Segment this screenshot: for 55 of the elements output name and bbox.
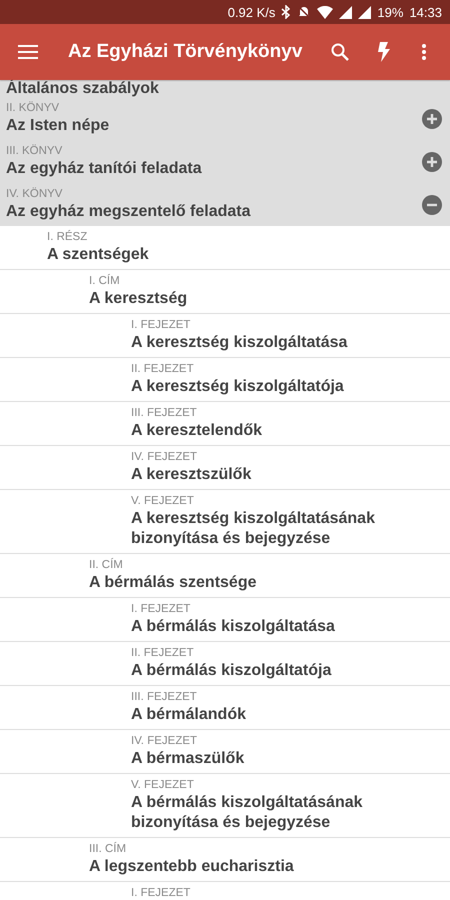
section-label: III. FEJEZET [131, 690, 198, 705]
clock: 14:33 [409, 4, 442, 20]
section-title[interactable]: A szentségek [47, 245, 450, 265]
bluetooth-icon [281, 5, 292, 19]
section-label: IV. FEJEZET [131, 734, 198, 749]
section-label: I. CÍM [89, 274, 121, 289]
section-title[interactable]: A keresztség kiszolgáltatásának bizonyítása és bejegyzése [131, 509, 450, 549]
section-label: I. FEJEZET [131, 602, 192, 617]
app-title: Az Egyházi Törvénykönyv [68, 41, 304, 63]
signal-icon [339, 6, 352, 18]
section-title[interactable]: A keresztség kiszolgáltatója [131, 377, 450, 397]
section-label: III. CÍM [89, 842, 128, 857]
section-title[interactable]: A keresztelendők [131, 421, 450, 441]
plus-circle-icon [422, 108, 442, 128]
section-title[interactable]: A bérmaszülők [131, 749, 450, 769]
search-icon [331, 43, 349, 61]
book-title: Általános szabályok [6, 81, 159, 97]
section-title[interactable]: A bérmálandók [131, 705, 450, 725]
section-label: IV. KÖNYV [6, 187, 64, 202]
expand-button[interactable] [422, 108, 442, 128]
section-title[interactable]: A keresztség [89, 289, 450, 309]
section-label: I. RÉSZ [47, 230, 88, 245]
network-speed: 0.92 K/s [228, 4, 276, 20]
expand-button[interactable] [422, 152, 442, 172]
section-label: III. KÖNYV [6, 144, 64, 159]
section-title[interactable]: Az Isten népe [6, 116, 422, 136]
muted-bell-icon [297, 5, 312, 19]
section-title[interactable]: A bérmálás kiszolgáltatója [131, 661, 450, 681]
section-label: II. KÖNYV [6, 101, 60, 116]
section-title[interactable]: A bérmálás kiszolgáltatása [131, 617, 450, 637]
section-label: II. CÍM [89, 558, 124, 573]
section-label: I. FEJEZET [131, 318, 192, 333]
section-label: IV. FEJEZET [131, 450, 198, 465]
section-title[interactable]: A keresztség kiszolgáltatása [131, 333, 450, 353]
section-label: II. FEJEZET [131, 646, 195, 661]
wifi-icon [317, 6, 334, 18]
more-icon [422, 44, 426, 60]
section-title[interactable]: A bérmálás kiszolgáltatásának bizonyítása és bejegyzése [131, 793, 450, 833]
plus-circle-icon [422, 152, 442, 172]
minus-circle-icon [422, 194, 442, 214]
section-title[interactable]: A bérmálás szentsége [89, 573, 450, 593]
signal-icon [358, 6, 372, 18]
section-label: I. FEJEZET [131, 886, 192, 900]
menu-icon [18, 45, 38, 59]
section-title[interactable]: A keresztszülők [131, 465, 450, 485]
section-title[interactable]: Az egyház megszentelő feladata [6, 202, 422, 222]
section-label: V. FEJEZET [131, 494, 195, 509]
battery-level: 19% [377, 4, 404, 20]
collapse-button[interactable] [422, 194, 442, 214]
section-title[interactable]: A legszentebb eucharisztia [89, 857, 450, 877]
section-label: V. FEJEZET [131, 778, 195, 793]
section-label: III. FEJEZET [131, 406, 198, 421]
section-title[interactable]: Az egyház tanítói feladata [6, 159, 422, 179]
lightning-icon [378, 42, 390, 62]
section-label: II. FEJEZET [131, 362, 195, 377]
